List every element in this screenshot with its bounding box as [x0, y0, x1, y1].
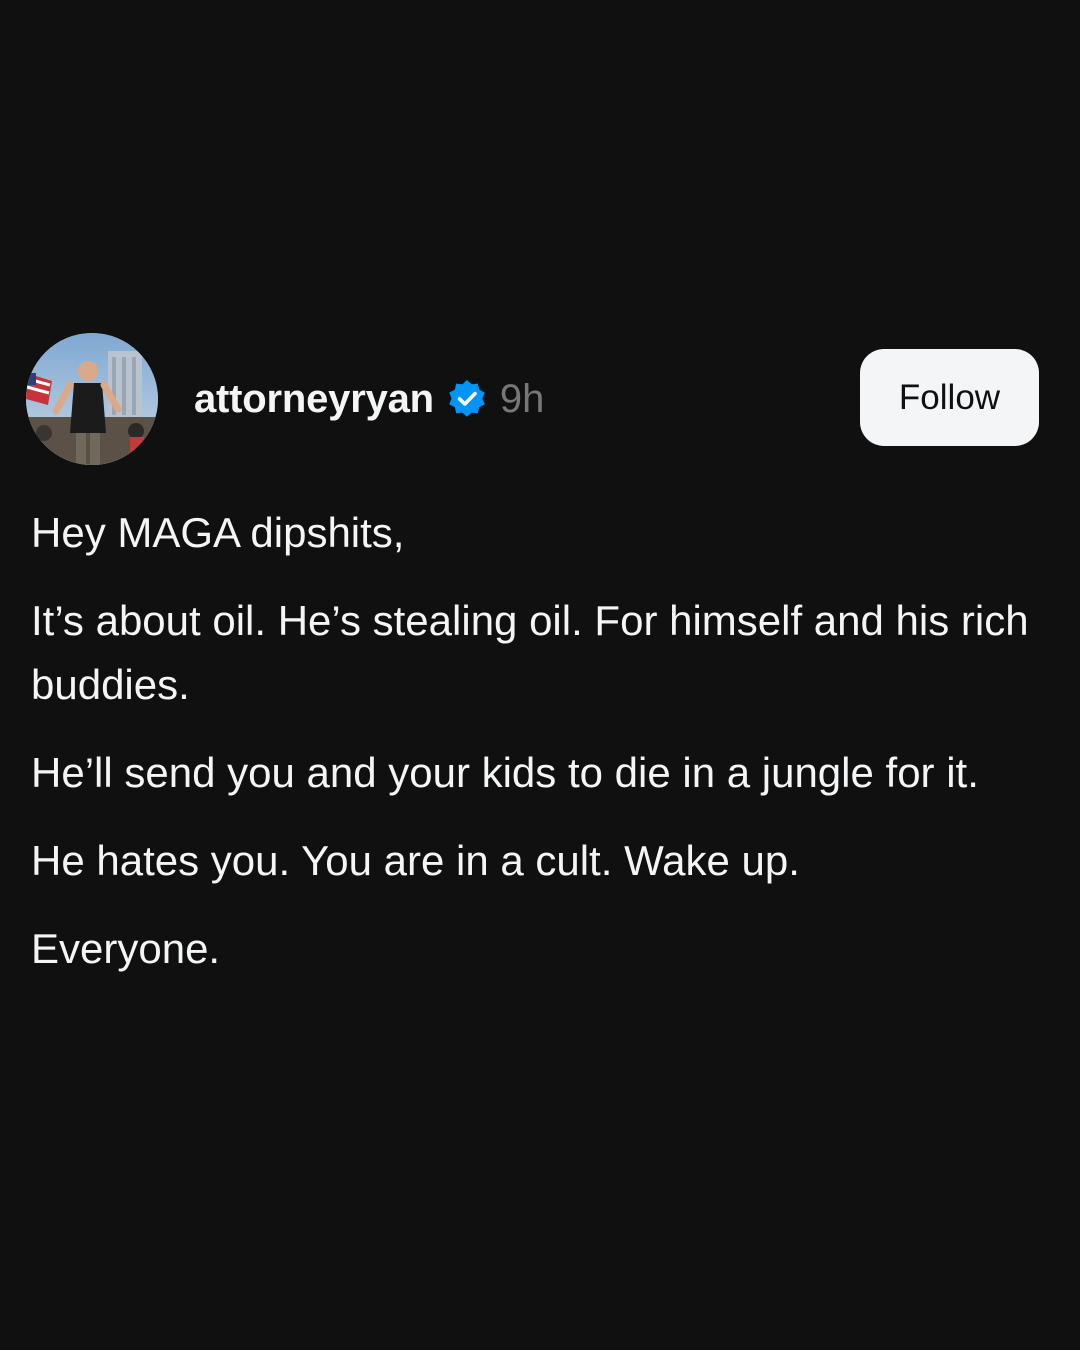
post-timestamp: 9h [499, 376, 545, 421]
verified-badge-icon [446, 378, 488, 420]
avatar-image [26, 333, 158, 465]
post-paragraph: It’s about oil. He’s stealing oil. For h… [31, 597, 1029, 708]
post-paragraph: Everyone. [31, 925, 221, 972]
post-identity: attorneyryan 9h [194, 373, 544, 425]
avatar[interactable] [26, 333, 158, 465]
follow-button[interactable]: Follow [860, 349, 1039, 446]
post-paragraph: He hates you. You are in a cult. Wake up… [31, 837, 800, 884]
post-card: attorneyryan 9h Follow Hey MAGA dipshits… [0, 333, 1080, 972]
post-paragraph: Hey MAGA dipshits, [31, 509, 405, 556]
username[interactable]: attorneyryan [194, 377, 434, 422]
post-header: attorneyryan 9h Follow [0, 333, 1080, 465]
post-paragraph: He’ll send you and your kids to die in a… [31, 749, 979, 796]
post-body: Hey MAGA dipshits, It’s about oil. He’s … [31, 501, 1041, 1005]
